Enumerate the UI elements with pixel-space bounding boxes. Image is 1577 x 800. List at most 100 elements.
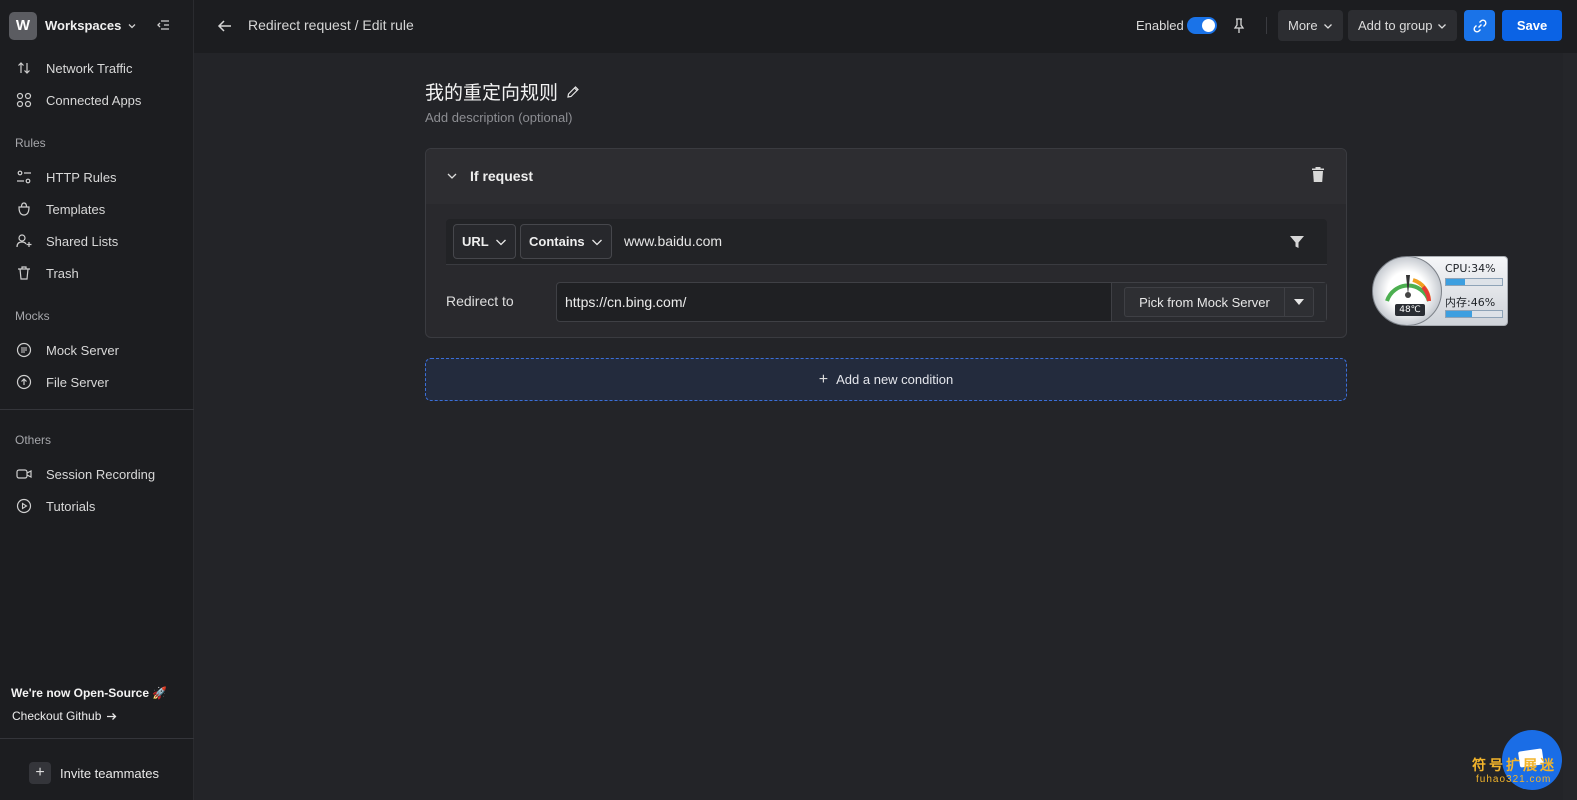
chevron-down-icon [1437, 21, 1447, 31]
section-rules: Rules [15, 136, 46, 150]
trash-icon [16, 265, 32, 281]
sidebar-item-label: Tutorials [46, 498, 96, 514]
memory-bar [1445, 310, 1503, 318]
sidebar-item-label: Templates [46, 201, 106, 217]
trash-icon[interactable] [1310, 165, 1326, 183]
redirect-to-label: Redirect to [446, 293, 514, 309]
add-condition-label: Add a new condition [836, 372, 954, 387]
play-circle-icon [16, 498, 32, 514]
sidebar-item-label: Connected Apps [46, 92, 142, 108]
memory-label: 内存:46% [1445, 296, 1496, 309]
plus-icon: + [818, 370, 829, 388]
save-button[interactable]: Save [1502, 10, 1562, 41]
redirect-addon: Pick from Mock Server [1111, 283, 1326, 321]
operator-select[interactable]: Contains [520, 224, 612, 259]
sidebar-item-tutorials[interactable]: Tutorials [16, 496, 95, 516]
cpu-bar [1445, 278, 1503, 286]
list-circle-icon [16, 342, 32, 358]
pick-dropdown-button[interactable] [1284, 287, 1314, 317]
add-to-group-label: Add to group [1358, 18, 1433, 33]
more-button[interactable]: More [1278, 10, 1343, 41]
header-divider [1266, 17, 1267, 34]
add-condition-button[interactable]: + Add a new condition [425, 358, 1347, 401]
rule-title[interactable]: 我的重定向规则 [425, 78, 580, 105]
redirect-url-field: https://cn.bing.com/ Pick from Mock Serv… [556, 282, 1327, 322]
cpu-label: CPU:34% [1445, 262, 1496, 275]
back-arrow-icon[interactable] [216, 17, 234, 35]
invite-label: Invite teammates [60, 765, 159, 781]
collapse-sidebar-icon[interactable] [155, 17, 171, 33]
user-plus-icon [16, 233, 32, 249]
system-monitor-widget[interactable]: CPU:34% 内存:46% 48℃ [1372, 256, 1508, 326]
condition-card: If request URL Contains www.baidu.com Re… [425, 148, 1347, 338]
condition-card-header[interactable]: If request [426, 149, 1346, 204]
invite-teammates-button[interactable]: + Invite teammates [29, 761, 159, 785]
checkout-github-link[interactable]: Checkout Github [12, 709, 117, 723]
memory-bar-fill [1446, 311, 1472, 317]
link-icon [1472, 18, 1488, 34]
chevron-down-icon [591, 236, 603, 248]
add-to-group-button[interactable]: Add to group [1348, 10, 1458, 41]
sidebar-item-templates[interactable]: Templates [16, 199, 105, 219]
video-icon [16, 466, 32, 482]
workspace-avatar: W [9, 11, 37, 40]
operator-select-value: Contains [529, 234, 585, 249]
open-source-banner: We're now Open-Source 🚀 [11, 686, 168, 700]
section-others: Others [15, 433, 52, 447]
if-request-title: If request [470, 168, 534, 184]
pencil-icon[interactable] [566, 85, 580, 99]
caret-down-icon [1293, 298, 1305, 306]
sidebar-item-label: Network Traffic [46, 60, 133, 76]
pick-from-mock-server-button[interactable]: Pick from Mock Server [1124, 287, 1284, 317]
pin-icon[interactable] [1231, 17, 1247, 34]
filter-icon[interactable] [1289, 234, 1305, 250]
sidebar-divider [0, 738, 194, 739]
sidebar-item-http-rules[interactable]: HTTP Rules [16, 167, 117, 187]
app-window: W Workspaces Network Traffic Connected A… [0, 0, 1577, 800]
sidebar-item-label: HTTP Rules [46, 169, 117, 185]
checkout-github-label: Checkout Github [12, 709, 102, 723]
watermark-url: fuhao321.com [1476, 774, 1552, 785]
url-condition-row: URL Contains www.baidu.com [446, 219, 1327, 265]
sidebar-item-label: File Server [46, 374, 109, 390]
workspace-name: Workspaces [45, 18, 122, 33]
page-scrollbar[interactable] [1563, 53, 1577, 800]
sidebar-divider [0, 409, 194, 410]
workspace-switcher[interactable]: W Workspaces [9, 11, 137, 40]
chevron-down-icon [127, 21, 137, 31]
sidebar-item-label: Trash [46, 265, 79, 281]
chevron-down-icon[interactable] [446, 169, 458, 181]
section-mocks: Mocks [15, 309, 50, 323]
more-label: More [1288, 18, 1318, 33]
arrows-updown-icon [16, 60, 32, 76]
share-link-button[interactable] [1464, 10, 1495, 41]
grid-icon [16, 92, 32, 108]
sidebar-item-mock-server[interactable]: Mock Server [16, 340, 119, 360]
enabled-toggle[interactable] [1187, 17, 1217, 34]
sidebar-item-session-recording[interactable]: Session Recording [16, 464, 155, 484]
sidebar-item-label: Session Recording [46, 466, 156, 482]
sidebar-item-trash[interactable]: Trash [16, 263, 79, 283]
field-select-value: URL [462, 234, 489, 249]
gauge-icon: 48℃ [1372, 256, 1442, 326]
sidebar-item-file-server[interactable]: File Server [16, 372, 109, 392]
arrow-right-icon [106, 711, 117, 722]
description-input[interactable]: Add description (optional) [425, 110, 572, 125]
sidebar-item-connected-apps[interactable]: Connected Apps [16, 90, 141, 110]
sidebar-item-network-traffic[interactable]: Network Traffic [16, 58, 132, 78]
chevron-down-icon [1323, 21, 1333, 31]
upload-circle-icon [16, 374, 32, 390]
breadcrumb: Redirect request / Edit rule [248, 17, 414, 33]
field-select[interactable]: URL [453, 224, 516, 259]
sliders-icon [16, 169, 32, 185]
sidebar-item-label: Shared Lists [46, 233, 119, 249]
sidebar-item-shared-lists[interactable]: Shared Lists [16, 231, 118, 251]
temperature-readout: 48℃ [1395, 304, 1425, 316]
top-header: Redirect request / Edit rule Enabled Mor… [194, 0, 1577, 53]
condition-value-input[interactable]: www.baidu.com [624, 233, 722, 249]
watermark-text: 符号扩展迷 [1472, 758, 1557, 774]
sidebar: W Workspaces Network Traffic Connected A… [0, 0, 194, 800]
plus-icon: + [29, 762, 51, 784]
chevron-down-icon [495, 236, 507, 248]
redirect-url-input[interactable]: https://cn.bing.com/ [565, 294, 686, 310]
